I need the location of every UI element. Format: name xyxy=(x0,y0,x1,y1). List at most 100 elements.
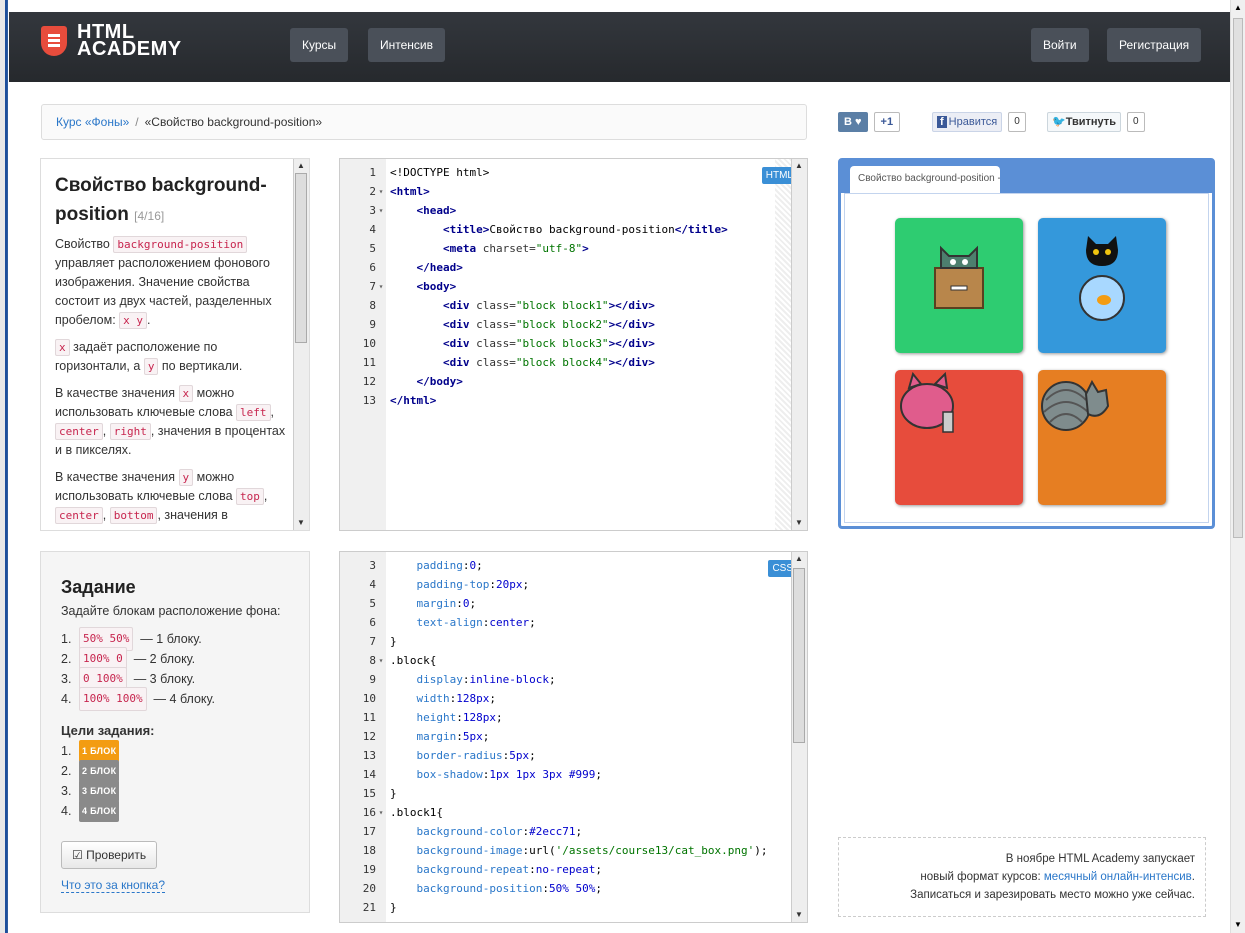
code-line[interactable]: 17 background-color:#2ecc71; xyxy=(340,822,768,841)
logo[interactable]: HTML ACADEMY xyxy=(41,22,182,60)
facebook-like-button[interactable]: f Нравится xyxy=(932,112,1003,132)
code-line[interactable]: 8 ▾ .block{ xyxy=(340,651,768,670)
code-line[interactable]: 20 background-position:50% 50%; xyxy=(340,879,768,898)
code-line[interactable]: 6 </head> xyxy=(340,258,728,277)
line-number: 19 xyxy=(362,863,376,876)
line-number: 20 xyxy=(362,882,376,895)
code-line[interactable]: 1 <!DOCTYPE html> xyxy=(340,163,728,182)
intensive-link[interactable]: месячный онлайн-интенсив xyxy=(1044,871,1192,883)
scroll-down-icon[interactable]: ▼ xyxy=(794,518,804,528)
task-panel: Задание Задайте блокам расположение фона… xyxy=(40,551,310,913)
nav-intensive-button[interactable]: Интенсив xyxy=(368,28,445,62)
code-line[interactable]: 6 text-align:center; xyxy=(340,613,768,632)
fold-arrow-icon[interactable]: ▾ xyxy=(376,277,386,296)
scroll-up-icon[interactable]: ▲ xyxy=(794,161,804,171)
code-text: <meta charset="utf-8"> xyxy=(442,242,589,255)
html-editor-scrollbar[interactable]: ▲ ▼ xyxy=(791,159,807,530)
code-text: <title>Свойство background-position</tit… xyxy=(442,223,728,236)
code-line[interactable]: 4 <title>Свойство background-position</t… xyxy=(340,220,728,239)
theory-scrollbar[interactable]: ▲ ▼ xyxy=(293,159,309,530)
code-text: box-shadow:1px 1px 3px #999; xyxy=(416,768,602,781)
code-text: .block{ xyxy=(390,654,437,667)
code-line[interactable]: 9 <div class="block block2"></div> xyxy=(340,315,728,334)
preview-block-1 xyxy=(895,218,1023,353)
code-line[interactable]: 11 <div class="block block4"></div> xyxy=(340,353,728,372)
code-line[interactable]: 12 </body> xyxy=(340,372,728,391)
nav-courses-button[interactable]: Курсы xyxy=(290,28,349,62)
code-line[interactable]: 5 margin:0; xyxy=(340,594,768,613)
code-line[interactable]: 15} xyxy=(340,784,768,803)
code-line[interactable]: 4 padding-top:20px; xyxy=(340,575,768,594)
css-editor[interactable]: 3 padding:0; 4 padding-top:20px; 5 margin:… xyxy=(339,551,808,923)
code-line[interactable]: 7} xyxy=(340,632,768,651)
gplus-button[interactable]: +1 xyxy=(873,112,901,132)
line-number: 8 xyxy=(369,299,376,312)
code-line[interactable]: 19 background-repeat:no-repeat; xyxy=(340,860,768,879)
code-line[interactable]: 3 ▾ <head> xyxy=(340,201,728,220)
code-line[interactable]: 14 box-shadow:1px 1px 3px #999; xyxy=(340,765,768,784)
code-line[interactable]: 5 <meta charset="utf-8"> xyxy=(340,239,728,258)
code-line[interactable]: 7 ▾ <body> xyxy=(340,277,728,296)
scroll-down-icon[interactable]: ▼ xyxy=(794,910,804,920)
login-button[interactable]: Войти xyxy=(1031,28,1089,62)
what-is-button-link[interactable]: Что это за кнопка? xyxy=(61,878,166,893)
theory-panel[interactable]: Свойство background-position [4/16] Свой… xyxy=(40,158,310,531)
code-line[interactable]: 11 height:128px; xyxy=(340,708,768,727)
code-line[interactable]: 8 <div class="block block1"></div> xyxy=(340,296,728,315)
line-number: 3 xyxy=(369,559,376,572)
cat-fishbowl-icon xyxy=(1079,236,1125,321)
code-line[interactable]: 3 padding:0; xyxy=(340,556,768,575)
line-number: 6 xyxy=(369,616,376,629)
line-number: 7 xyxy=(369,280,376,293)
code-line[interactable]: 18 background-image:url('/assets/course1… xyxy=(340,841,768,860)
code-text: padding:0; xyxy=(416,559,483,572)
scroll-thumb[interactable] xyxy=(793,568,805,743)
code-line[interactable]: 12 margin:5px; xyxy=(340,727,768,746)
code-text: border-radius:5px; xyxy=(416,749,536,762)
code-line[interactable]: 2 ▾ <html> xyxy=(340,182,728,201)
fold-arrow-icon[interactable]: ▾ xyxy=(376,201,386,220)
code-line[interactable]: 13 </html> xyxy=(340,391,728,410)
fold-arrow-icon[interactable]: ▾ xyxy=(376,803,386,822)
fold-arrow-icon[interactable]: ▾ xyxy=(376,182,386,201)
scroll-down-icon[interactable]: ▼ xyxy=(296,518,306,528)
scroll-up-icon[interactable]: ▲ xyxy=(794,554,804,564)
line-number: 13 xyxy=(362,749,376,762)
scroll-down-icon[interactable]: ▼ xyxy=(1233,920,1243,930)
css-editor-scrollbar[interactable]: ▲ ▼ xyxy=(791,552,807,922)
code-text: } xyxy=(390,787,397,800)
vk-like-button[interactable]: В ♥ xyxy=(838,112,868,132)
scroll-up-icon[interactable]: ▲ xyxy=(296,161,306,171)
fold-arrow-icon[interactable]: ▾ xyxy=(376,651,386,670)
html-editor[interactable]: 1 <!DOCTYPE html> 2 ▾ <html> 3 ▾ <head> 4 <titl… xyxy=(339,158,808,531)
code-line[interactable]: 13 border-radius:5px; xyxy=(340,746,768,765)
page-scroll-thumb[interactable] xyxy=(1233,18,1243,538)
code-line[interactable]: 9 display:inline-block; xyxy=(340,670,768,689)
code-line[interactable]: 16 ▾ .block1{ xyxy=(340,803,768,822)
code-line[interactable]: 10 <div class="block block3"></div> xyxy=(340,334,728,353)
scroll-thumb[interactable] xyxy=(295,173,307,343)
register-button[interactable]: Регистрация xyxy=(1107,28,1202,62)
scroll-up-icon[interactable]: ▲ xyxy=(1233,3,1243,13)
tweet-button[interactable]: 🐦Твитнуть xyxy=(1047,112,1121,132)
preview-tab[interactable]: Свойство background-position - HT xyxy=(850,166,1000,193)
code-line[interactable]: 10 width:128px; xyxy=(340,689,768,708)
code-line[interactable]: 21} xyxy=(340,898,768,917)
check-button[interactable]: ☑ Проверить xyxy=(61,841,158,869)
breadcrumb-course-link[interactable]: Курс «Фоны» xyxy=(56,115,129,129)
page-scrollbar[interactable]: ▲ ▼ xyxy=(1230,0,1245,933)
logo-line2: ACADEMY xyxy=(77,38,182,60)
facebook-count: 0 xyxy=(1008,112,1026,132)
preview-block-3 xyxy=(895,370,1023,505)
code-text: </body> xyxy=(416,375,463,388)
